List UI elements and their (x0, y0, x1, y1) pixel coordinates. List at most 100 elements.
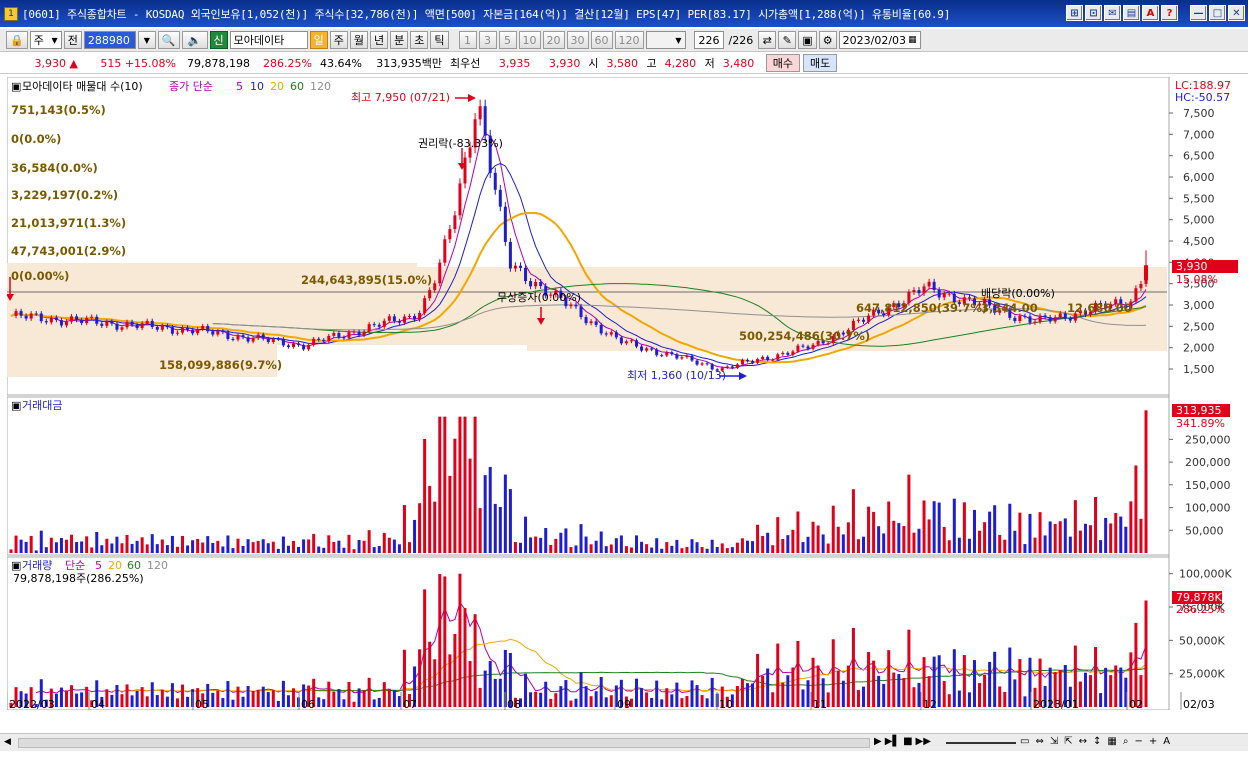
period-select[interactable]: 주 ▼ (29, 31, 62, 49)
settings-icon[interactable]: ⚙ (818, 31, 837, 49)
buy-button[interactable]: 매수 (765, 54, 800, 72)
minute-30[interactable]: 30 (566, 31, 589, 49)
code-dropdown-icon[interactable]: ▼ (137, 31, 156, 49)
amount-bar (29, 535, 33, 553)
minute-5[interactable]: 5 (498, 31, 517, 49)
date-input[interactable]: 2023/02/03 ▦ (838, 31, 921, 49)
price-tick-label: 5,000 (1183, 214, 1215, 227)
amount-bar (877, 526, 881, 553)
volume-bar (64, 690, 68, 707)
arrows-icon[interactable]: ⇄ (758, 31, 777, 49)
expand-icon[interactable]: ⇱ (1064, 736, 1072, 747)
prev-button[interactable]: 전 (63, 31, 82, 49)
volume-bar (947, 694, 951, 707)
fit-icon[interactable]: ▭ (1020, 736, 1029, 747)
tile-icon[interactable]: ⊞ (1066, 5, 1083, 21)
candle-body (791, 351, 795, 355)
amount-bar (90, 547, 94, 553)
volume-bar (640, 688, 644, 707)
amount-bar (54, 542, 58, 553)
mail-icon[interactable]: ✉ (1104, 5, 1121, 21)
font-size-icon[interactable]: A (1163, 736, 1170, 747)
candle-body (140, 323, 144, 329)
candle-body (181, 327, 185, 333)
lock-icon[interactable]: 🔒 (6, 31, 28, 49)
code-input[interactable]: 288980 (83, 31, 136, 49)
list-icon[interactable]: ▤ (1123, 5, 1140, 21)
scroll-left-icon[interactable]: ◀ (4, 737, 11, 747)
save-icon[interactable]: ▣ (798, 31, 817, 49)
amount-bar (155, 544, 159, 553)
candle-body (256, 334, 260, 339)
minute-3[interactable]: 3 (478, 31, 497, 49)
volume-bar (216, 690, 220, 707)
next-icon[interactable]: ▶▶ (916, 736, 931, 747)
chart-area[interactable]: ▣ 모아데이타 매물대 수(10) 종가 단순 5 10 20 60 120 L… (6, 76, 1239, 711)
stop-icon[interactable]: ■ (903, 736, 912, 747)
volume-bar (392, 690, 396, 707)
period-tick[interactable]: 틱 (430, 31, 449, 49)
candle-body (761, 356, 765, 360)
candle-body (655, 349, 659, 356)
minute-120[interactable]: 120 (614, 31, 644, 49)
play-icon[interactable]: ▶ (874, 736, 882, 747)
maximize-button[interactable]: □ (1209, 5, 1226, 21)
volume-bar (418, 649, 422, 707)
zoom-fit-icon[interactable]: ⇔ (1035, 736, 1043, 747)
minute-1[interactable]: 1 (458, 31, 477, 49)
chart-canvas[interactable]: ▣ 모아데이타 매물대 수(10) 종가 단순 5 10 20 60 120 L… (6, 76, 1239, 711)
current-price-tag-label: 3,930 (1176, 260, 1208, 273)
horizontal-scrollbar[interactable] (18, 738, 870, 748)
spread-icon[interactable]: ↔ (1079, 736, 1087, 747)
volume-bar (756, 653, 760, 707)
x-tick-label: 02/03 (1183, 698, 1215, 710)
period-month[interactable]: 월 (349, 31, 369, 49)
count-input[interactable]: 226 (693, 31, 724, 49)
minute-custom-input[interactable]: ▼ (645, 31, 686, 49)
candle-body (105, 321, 109, 326)
minus-icon[interactable]: − (1134, 736, 1142, 747)
candle-body (1028, 316, 1032, 323)
help-icon[interactable]: ? (1161, 5, 1178, 21)
zoom-icon[interactable]: ⌕ (1123, 736, 1129, 747)
period-year[interactable]: 년 (370, 31, 389, 49)
amount-bar (695, 542, 699, 553)
font-icon[interactable]: A (1142, 5, 1159, 21)
volume-bar (559, 686, 563, 707)
period-minute[interactable]: 분 (390, 31, 409, 49)
plus-icon[interactable]: + (1149, 736, 1157, 747)
volume-bar (841, 680, 845, 707)
volume-bar (549, 698, 553, 707)
x-tick-label: 09 (617, 698, 631, 710)
period-day[interactable]: 일 (309, 31, 328, 49)
minimize-button[interactable]: — (1190, 5, 1207, 21)
period-second[interactable]: 초 (410, 31, 429, 49)
minute-60[interactable]: 60 (590, 31, 613, 49)
candle-body (1058, 313, 1062, 318)
fast-forward-icon[interactable]: ▶▌ (885, 736, 900, 747)
amount-bar (170, 535, 174, 553)
compress-icon[interactable]: ⇲ (1050, 736, 1058, 747)
minute-10[interactable]: 10 (518, 31, 541, 49)
sell-button[interactable]: 매도 (803, 54, 838, 72)
volume-current-pct: 286.25% (1176, 603, 1225, 616)
candle-body (286, 345, 290, 347)
speaker-icon[interactable]: 🔈 (181, 31, 208, 49)
candle-body (806, 346, 810, 349)
period-week[interactable]: 주 (329, 31, 348, 49)
amount-bar (216, 540, 220, 553)
narrow-icon[interactable]: ↕ (1093, 736, 1101, 747)
close-button[interactable]: ✕ (1228, 5, 1245, 21)
chart-tool-icon[interactable]: ✎ (778, 31, 797, 49)
low-label: 저 (704, 57, 715, 70)
layout-icon[interactable]: ⊡ (1085, 5, 1102, 21)
volume-bar (801, 689, 805, 707)
candle-body (493, 172, 497, 190)
view-controls: ▭ ⇔ ⇲ ⇱ ↔ ↕ ▦ ⌕ − + A (1020, 736, 1170, 747)
playback-controls: ▶ ▶▌ ■ ▶▶ (874, 736, 931, 747)
speed-slider[interactable] (946, 742, 1016, 744)
tile-view-icon[interactable]: ▦ (1107, 736, 1116, 747)
minute-20[interactable]: 20 (542, 31, 565, 49)
amount-bar (1048, 521, 1052, 553)
search-icon[interactable]: 🔍 (157, 31, 180, 49)
